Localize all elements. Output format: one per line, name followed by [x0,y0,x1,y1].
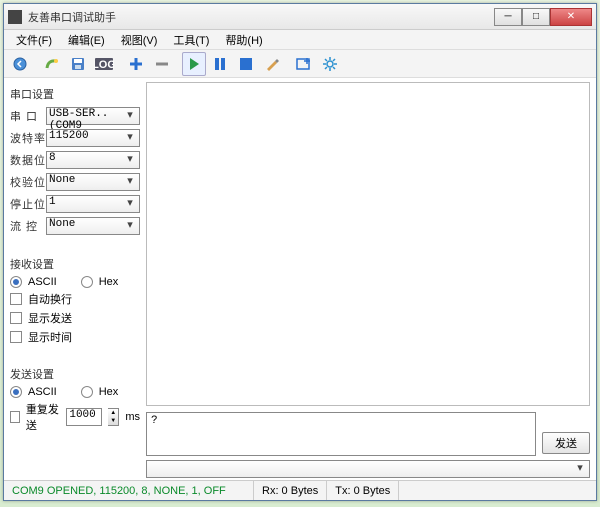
send-hex-label: Hex [99,386,119,398]
log-icon[interactable]: LOG [92,52,116,76]
parity-label: 校验位 [10,174,46,190]
toolbar: LOG [4,50,596,78]
close-button[interactable]: ✕ [550,8,592,26]
recv-ascii-radio[interactable] [10,276,22,288]
save-icon[interactable] [66,52,90,76]
show-send-check[interactable] [10,312,22,324]
show-time-check[interactable] [10,331,22,343]
stopbits-label: 停止位 [10,196,46,212]
recv-hex-label: Hex [99,276,119,288]
send-hex-radio[interactable] [81,386,93,398]
content: 串口设置 串 口USB-SER..(COM9 波特率115200 数据位8 校验… [4,78,596,480]
sidebar: 串口设置 串 口USB-SER..(COM9 波特率115200 数据位8 校验… [4,78,146,480]
history-combo[interactable] [146,460,590,478]
send-textarea[interactable]: ? [146,412,536,456]
repeat-label: 重复发送 [26,401,61,433]
repeat-check[interactable] [10,411,20,423]
main: ? 发送 [146,78,596,480]
menu-file[interactable]: 文件(F) [8,30,60,50]
flow-label: 流 控 [10,218,46,234]
serial-section-title: 串口设置 [10,86,140,102]
app-icon [8,10,22,24]
add-rect-icon[interactable] [292,52,316,76]
baud-select[interactable]: 115200 [46,129,140,147]
play-icon[interactable] [182,52,206,76]
send-ascii-radio[interactable] [10,386,22,398]
minus-icon[interactable] [150,52,174,76]
recv-hex-radio[interactable] [81,276,93,288]
wrap-label: 自动换行 [28,291,72,307]
port-label: 串 口 [10,108,46,124]
interval-unit: ms [125,411,140,423]
pause-icon[interactable] [208,52,232,76]
menu-help[interactable]: 帮助(H) [217,30,270,50]
stop-icon[interactable] [234,52,258,76]
titlebar: 友善串口调试助手 ─ □ ✕ [4,4,596,30]
menubar: 文件(F) 编辑(E) 视图(V) 工具(T) 帮助(H) [4,30,596,50]
brush-icon[interactable] [260,52,284,76]
status-tx: Tx: 0 Bytes [327,481,399,500]
send-ascii-label: ASCII [28,386,57,398]
baud-label: 波特率 [10,130,46,146]
menu-edit[interactable]: 编辑(E) [60,30,113,50]
databits-select[interactable]: 8 [46,151,140,169]
databits-label: 数据位 [10,152,46,168]
send-button[interactable]: 发送 [542,432,590,454]
connect-icon[interactable] [40,52,64,76]
window-buttons: ─ □ ✕ [494,8,592,26]
svg-text:LOG: LOG [94,59,114,71]
maximize-button[interactable]: □ [522,8,550,26]
interval-spinner[interactable]: ▲▼ [108,408,119,426]
receive-textarea[interactable] [146,82,590,406]
minimize-button[interactable]: ─ [494,8,522,26]
parity-select[interactable]: None [46,173,140,191]
wrap-check[interactable] [10,293,22,305]
recv-ascii-label: ASCII [28,276,57,288]
window-title: 友善串口调试助手 [28,9,494,25]
back-icon[interactable] [8,52,32,76]
app-window: 友善串口调试助手 ─ □ ✕ 文件(F) 编辑(E) 视图(V) 工具(T) 帮… [3,3,597,501]
status-rx: Rx: 0 Bytes [254,481,327,500]
show-send-label: 显示发送 [28,310,72,326]
interval-input[interactable]: 1000 [66,408,102,426]
flow-select[interactable]: None [46,217,140,235]
recv-section-title: 接收设置 [10,256,140,272]
menu-view[interactable]: 视图(V) [113,30,166,50]
menu-tool[interactable]: 工具(T) [165,30,217,50]
gear-icon[interactable] [318,52,342,76]
port-select[interactable]: USB-SER..(COM9 [46,107,140,125]
status-connection: COM9 OPENED, 115200, 8, NONE, 1, OFF [4,481,254,500]
plus-icon[interactable] [124,52,148,76]
stopbits-select[interactable]: 1 [46,195,140,213]
statusbar: COM9 OPENED, 115200, 8, NONE, 1, OFF Rx:… [4,480,596,500]
send-section-title: 发送设置 [10,366,140,382]
show-time-label: 显示时间 [28,329,72,345]
